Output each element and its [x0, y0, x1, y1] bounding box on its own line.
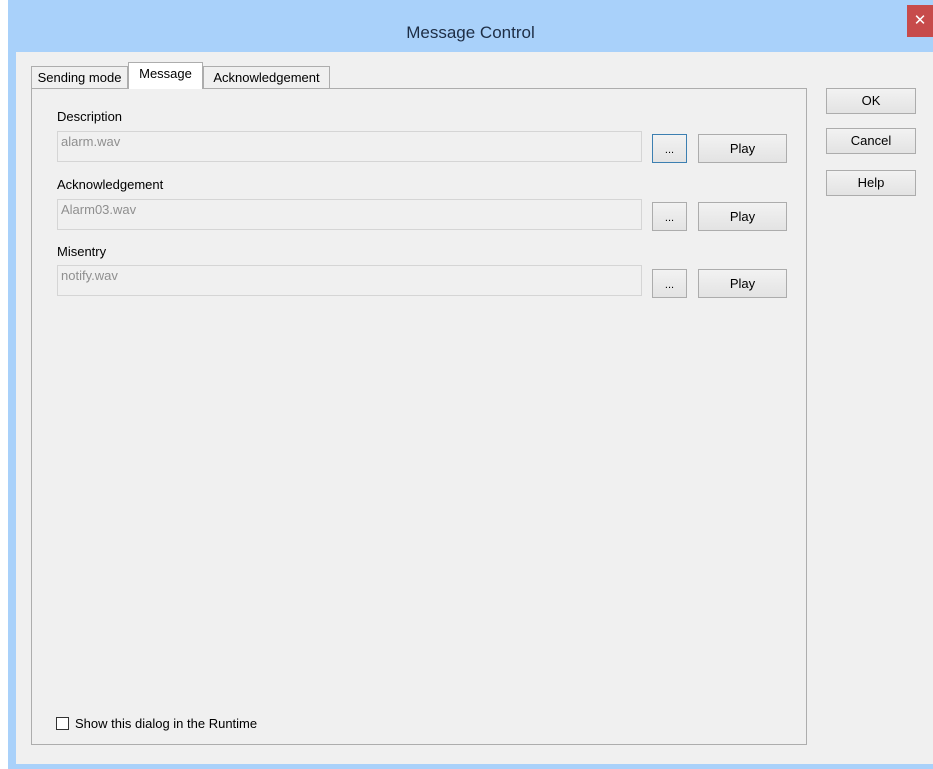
acknowledgement-sound-field[interactable]: Alarm03.wav — [57, 199, 642, 230]
title-bar[interactable]: Message Control ✕ — [8, 0, 933, 49]
misentry-sound-field[interactable]: notify.wav — [57, 265, 642, 296]
description-browse-button[interactable]: ... — [652, 134, 687, 163]
help-button[interactable]: Help — [826, 170, 916, 196]
description-play-button[interactable]: Play — [698, 134, 787, 163]
acknowledgement-browse-button[interactable]: ... — [652, 202, 687, 231]
acknowledgement-play-button[interactable]: Play — [698, 202, 787, 231]
acknowledgement-label: Acknowledgement — [57, 177, 164, 192]
misentry-play-button[interactable]: Play — [698, 269, 787, 298]
dialog-client-area: Sending mode Message Acknowledgement Des… — [16, 52, 933, 764]
close-button[interactable]: ✕ — [907, 5, 933, 37]
window-title: Message Control — [406, 23, 535, 42]
ok-button[interactable]: OK — [826, 88, 916, 114]
show-in-runtime-label: Show this dialog in the Runtime — [75, 716, 258, 731]
message-tab-panel: Description alarm.wav ... Play Acknowled… — [31, 88, 807, 745]
description-label: Description — [57, 109, 123, 124]
tab-acknowledgement[interactable]: Acknowledgement — [203, 66, 330, 88]
description-sound-field[interactable]: alarm.wav — [57, 131, 642, 162]
cancel-button[interactable]: Cancel — [826, 128, 916, 154]
close-icon: ✕ — [913, 12, 927, 29]
message-control-window: Message Control ✕ Sending mode Message A… — [8, 0, 933, 769]
tab-sending-mode[interactable]: Sending mode — [31, 66, 128, 88]
tab-message[interactable]: Message — [128, 62, 203, 89]
misentry-browse-button[interactable]: ... — [652, 269, 687, 298]
misentry-label: Misentry — [57, 244, 107, 259]
show-in-runtime-checkbox[interactable] — [56, 717, 69, 730]
